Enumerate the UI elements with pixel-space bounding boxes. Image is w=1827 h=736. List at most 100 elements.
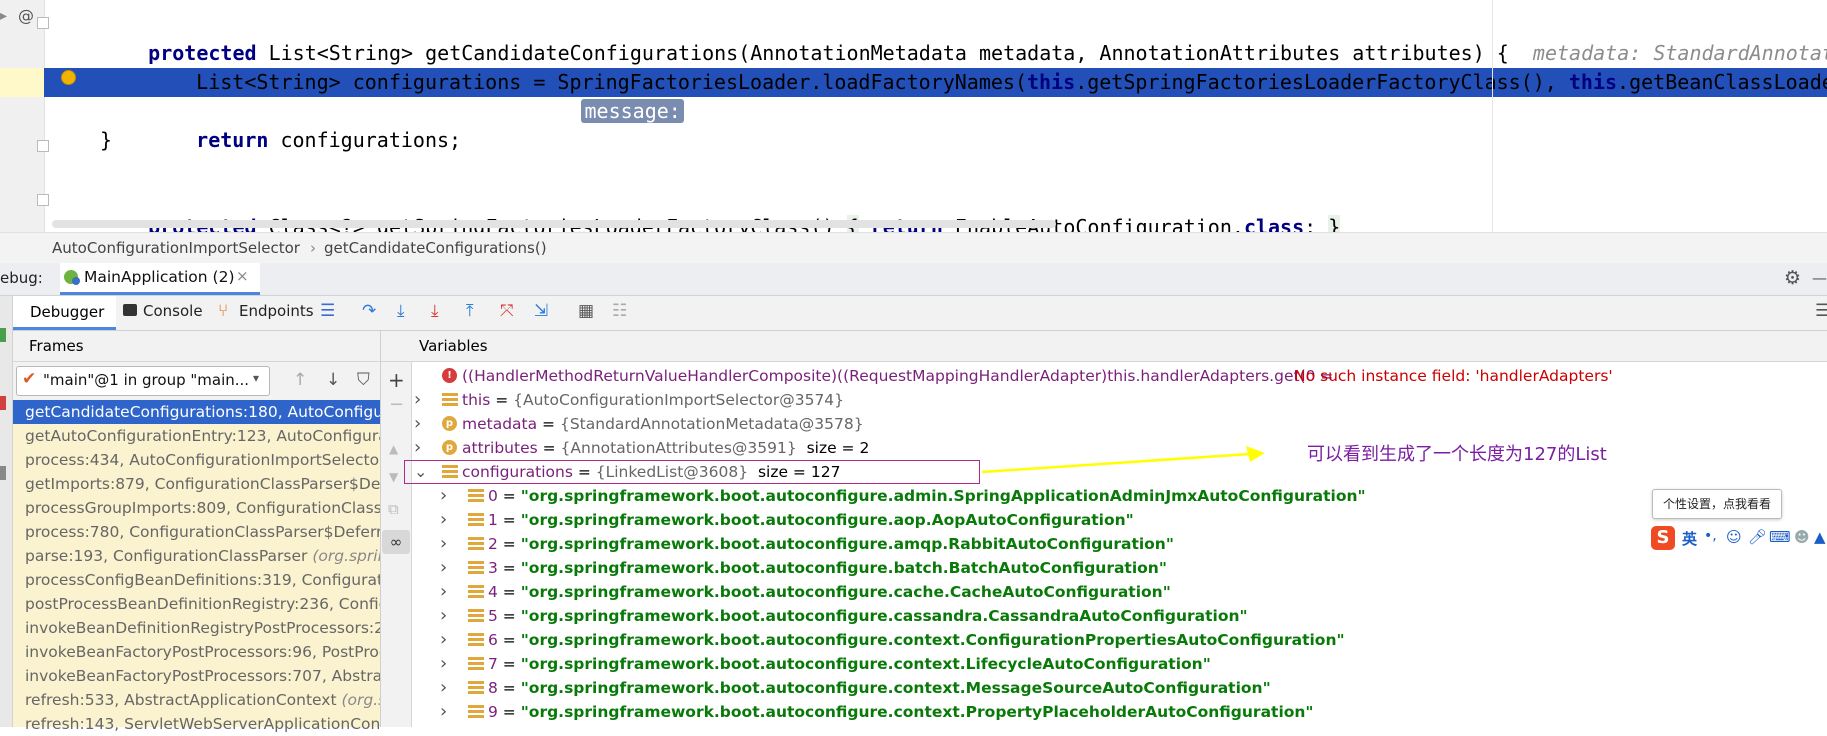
frame-method: invokeBeanDefinitionRegistryPostProcesso… xyxy=(25,619,380,637)
ime-toolbar[interactable]: S 英 •, ☺ 🎤︎ ⌨ ☻ ▲ xyxy=(1648,524,1827,554)
item-value: "org.springframework.boot.autoconfigure.… xyxy=(520,607,1248,625)
parameter-icon: p xyxy=(442,440,457,455)
equals-sign: = xyxy=(537,439,561,457)
layout-menu-icon[interactable]: ☰ xyxy=(320,301,335,321)
item-value: "org.springframework.boot.autoconfigure.… xyxy=(520,631,1345,649)
frame-method: process:780, ConfigurationClassParser$De… xyxy=(25,523,380,541)
item-value: "org.springframework.boot.autoconfigure.… xyxy=(520,511,1134,529)
chevron-right-icon[interactable]: › xyxy=(414,436,421,460)
close-tab-icon[interactable]: × xyxy=(236,267,249,285)
chevron-right-icon[interactable]: › xyxy=(440,484,447,508)
down-arrow-icon[interactable]: ↓ xyxy=(326,370,340,390)
frame-item[interactable]: processConfigBeanDefinitions:319, Config… xyxy=(13,568,380,592)
frames-title: Frames xyxy=(29,337,84,355)
override-at-icon: @ xyxy=(18,6,34,25)
copy-icon[interactable]: ⧉ xyxy=(388,500,399,518)
more-menu-icon[interactable]: ☰ xyxy=(1815,301,1827,321)
frame-class: (org.spri xyxy=(341,691,380,709)
gear-icon[interactable]: ⚙ xyxy=(1784,267,1801,289)
horizontal-scrollbar[interactable] xyxy=(52,220,1056,228)
fold-marker-icon[interactable] xyxy=(37,194,49,206)
frame-item[interactable]: invokeBeanFactoryPostProcessors:707, Abs… xyxy=(13,664,380,688)
remove-watch-icon[interactable]: − xyxy=(389,394,404,415)
chevron-right-icon[interactable]: › xyxy=(440,532,447,556)
breadcrumb-class[interactable]: AutoConfigurationImportSelector xyxy=(52,239,300,257)
filter-icon[interactable]: ⛉ xyxy=(357,370,370,390)
frame-item[interactable]: refresh:143, ServletWebServerApplication… xyxy=(13,712,380,736)
evaluate-expression-icon[interactable]: ▦ xyxy=(578,301,594,321)
equals-sign: = xyxy=(497,535,521,553)
variable-name: attributes xyxy=(462,439,538,457)
fold-marker-icon[interactable] xyxy=(37,17,49,29)
frame-item[interactable]: getImports:879, ConfigurationClassParser… xyxy=(13,472,380,496)
frame-item[interactable]: invokeBeanDefinitionRegistryPostProcesso… xyxy=(13,616,380,640)
tab-console[interactable]: Console xyxy=(143,302,203,320)
frame-item[interactable]: process:434, AutoConfigurationImportSele… xyxy=(13,448,380,472)
code-editor[interactable]: ▸ @ protected List<String> getCandidateC… xyxy=(0,0,1827,239)
breadcrumb-method[interactable]: getCandidateConfigurations() xyxy=(324,239,547,257)
move-down-icon[interactable]: ▼ xyxy=(389,470,398,484)
drop-frame-icon[interactable]: ⤧ xyxy=(500,301,514,321)
frame-item[interactable]: getCandidateConfigurations:180, AutoConf… xyxy=(13,400,380,424)
frame-item[interactable]: parse:193, ConfigurationClassParser (org… xyxy=(13,544,380,568)
user-icon[interactable]: ☻ xyxy=(1794,528,1810,546)
emoji-icon[interactable]: ☺ xyxy=(1726,528,1742,546)
chevron-right-icon[interactable]: › xyxy=(440,652,447,676)
frame-item[interactable]: refresh:533, AbstractApplicationContext … xyxy=(13,688,380,712)
force-step-into-icon[interactable]: ⤓ xyxy=(431,301,439,321)
endpoints-icon: ⑂ xyxy=(218,301,229,321)
sogou-logo-icon[interactable]: S xyxy=(1651,526,1675,550)
up-arrow-icon[interactable]: ↑ xyxy=(293,370,307,390)
param-hint: message: xyxy=(581,99,684,123)
thread-selector[interactable]: ✔ "main"@1 in group "main... ▾ xyxy=(16,366,270,396)
item-value: "org.springframework.boot.autoconfigure.… xyxy=(520,583,1171,601)
frame-item[interactable]: process:780, ConfigurationClassParser$De… xyxy=(13,520,380,544)
field-icon xyxy=(468,609,484,623)
stop-icon[interactable] xyxy=(0,396,6,410)
frame-class: (org.springf xyxy=(312,547,380,565)
chevron-right-icon[interactable]: › xyxy=(440,556,447,580)
frame-item[interactable]: processGroupImports:809, ConfigurationCl… xyxy=(13,496,380,520)
chevron-right-icon[interactable]: › xyxy=(414,388,421,412)
frame-item[interactable]: invokeBeanFactoryPostProcessors:96, Post… xyxy=(13,640,380,664)
fold-marker-icon[interactable] xyxy=(37,140,49,152)
minimize-icon[interactable]: — xyxy=(1812,269,1827,287)
error-message: No such instance field: 'handlerAdapters… xyxy=(1294,367,1613,385)
move-up-icon[interactable]: ▲ xyxy=(389,442,398,456)
ime-lang[interactable]: 英 xyxy=(1682,528,1697,549)
tab-debugger[interactable]: Debugger xyxy=(13,296,116,330)
run-to-cursor-icon[interactable]: ⇲ xyxy=(534,301,548,321)
step-over-icon[interactable]: ↷ xyxy=(362,301,376,321)
field-icon xyxy=(468,489,484,503)
chevron-right-icon[interactable]: › xyxy=(440,700,447,724)
add-watch-icon[interactable]: + xyxy=(388,368,405,392)
frame-item[interactable]: postProcessBeanDefinitionRegistry:236, C… xyxy=(13,592,380,616)
resume-icon[interactable] xyxy=(0,328,6,342)
show-watches-icon[interactable]: ∞ xyxy=(382,530,410,554)
checkmark-icon: ✔ xyxy=(22,369,37,389)
keyboard-icon[interactable]: ⌨ xyxy=(1769,528,1791,546)
code-line-6: protected Class<?> getSpringFactoriesLoa… xyxy=(100,184,1341,239)
frame-item[interactable]: getAutoConfigurationEntry:123, AutoConfi… xyxy=(13,424,380,448)
tab-main-application[interactable]: MainApplication (2) × xyxy=(60,263,260,295)
chevron-right-icon[interactable]: › xyxy=(440,676,447,700)
chevron-right-icon[interactable]: › xyxy=(440,628,447,652)
annotation-text: 可以看到生成了一个长度为127的List xyxy=(1307,444,1607,465)
microphone-icon[interactable]: 🎤︎ xyxy=(1748,528,1767,546)
step-into-icon[interactable]: ⤓ xyxy=(397,301,405,321)
variable-type: {AnnotationAttributes@3591} xyxy=(560,439,797,457)
tab-endpoints[interactable]: Endpoints xyxy=(239,302,314,320)
chevron-right-icon[interactable]: › xyxy=(440,604,447,628)
chevron-right-icon[interactable]: › xyxy=(440,508,447,532)
variable-type: {AutoConfigurationImportSelector@3574} xyxy=(513,391,845,409)
skin-icon[interactable]: ▲ xyxy=(1814,528,1826,546)
punctuation-icon[interactable]: •, xyxy=(1704,528,1717,544)
step-out-icon[interactable]: ⤒ xyxy=(466,301,474,321)
trace-icon[interactable]: ☷ xyxy=(612,301,627,321)
field-icon xyxy=(468,657,484,671)
chevron-right-icon[interactable]: › xyxy=(440,580,447,604)
bulb-icon[interactable] xyxy=(61,70,76,85)
chevron-right-icon[interactable]: › xyxy=(414,412,421,436)
item-value: "org.springframework.boot.autoconfigure.… xyxy=(520,559,1167,577)
pause-icon[interactable] xyxy=(0,466,6,480)
